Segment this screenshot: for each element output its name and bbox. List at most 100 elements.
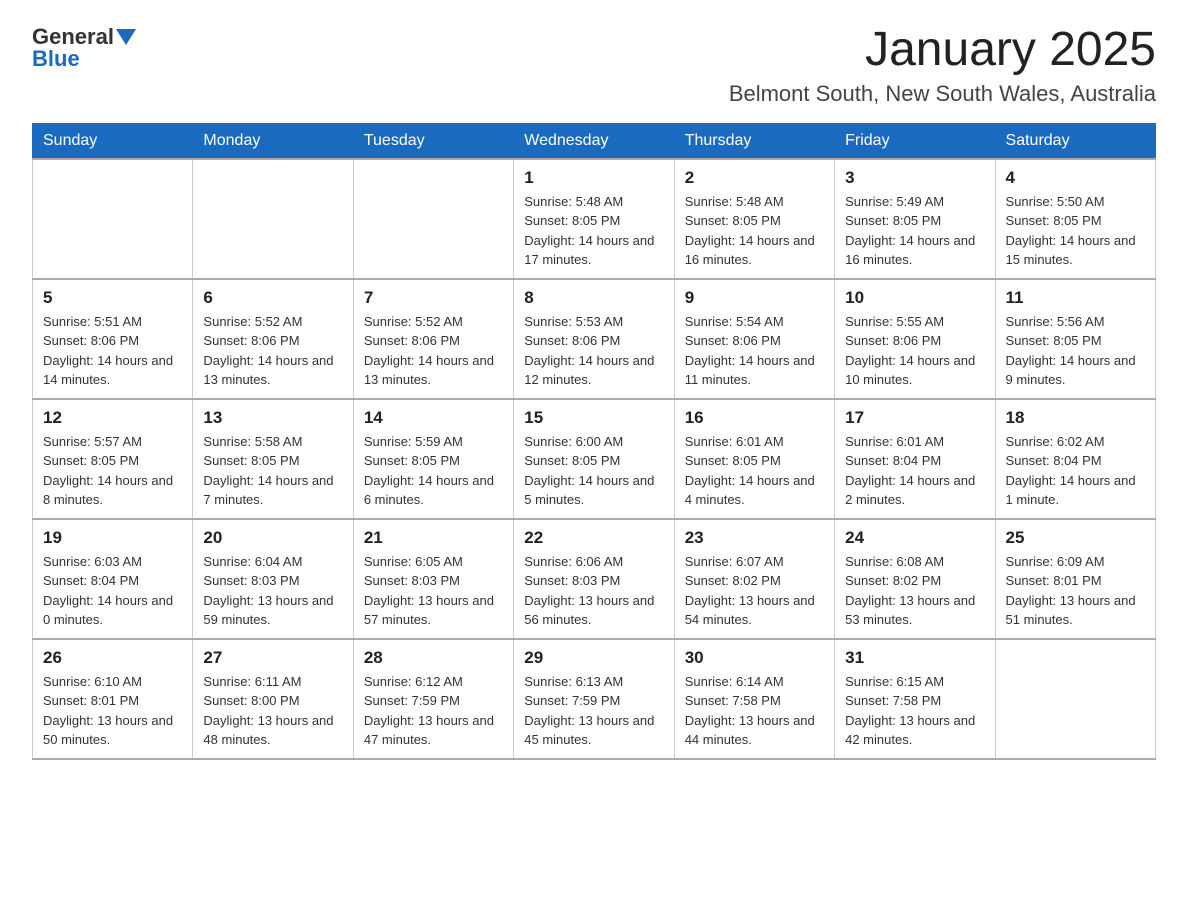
day-info: Sunrise: 5:57 AM Sunset: 8:05 PM Dayligh…: [43, 432, 182, 510]
calendar-week-row: 12 Sunrise: 5:57 AM Sunset: 8:05 PM Dayli…: [33, 399, 1156, 519]
calendar-cell: 6 Sunrise: 5:52 AM Sunset: 8:06 PM Daylig…: [193, 279, 353, 399]
month-title: January 2025: [729, 24, 1156, 77]
day-number: 16: [685, 408, 824, 428]
day-number: 18: [1006, 408, 1145, 428]
calendar-cell: 16 Sunrise: 6:01 AM Sunset: 8:05 PM Dayli…: [674, 399, 834, 519]
day-number: 27: [203, 648, 342, 668]
day-number: 4: [1006, 168, 1145, 188]
column-header-thursday: Thursday: [674, 123, 834, 159]
day-info: Sunrise: 6:01 AM Sunset: 8:04 PM Dayligh…: [845, 432, 984, 510]
day-info: Sunrise: 5:52 AM Sunset: 8:06 PM Dayligh…: [364, 312, 503, 390]
logo-blue-text: Blue: [32, 46, 136, 72]
day-info: Sunrise: 5:48 AM Sunset: 8:05 PM Dayligh…: [524, 192, 663, 270]
calendar-cell: [193, 159, 353, 279]
day-number: 24: [845, 528, 984, 548]
calendar-cell: 11 Sunrise: 5:56 AM Sunset: 8:05 PM Dayli…: [995, 279, 1155, 399]
day-info: Sunrise: 6:04 AM Sunset: 8:03 PM Dayligh…: [203, 552, 342, 630]
day-info: Sunrise: 5:51 AM Sunset: 8:06 PM Dayligh…: [43, 312, 182, 390]
calendar-cell: 4 Sunrise: 5:50 AM Sunset: 8:05 PM Daylig…: [995, 159, 1155, 279]
calendar-cell: 17 Sunrise: 6:01 AM Sunset: 8:04 PM Dayli…: [835, 399, 995, 519]
day-number: 17: [845, 408, 984, 428]
calendar-cell: 24Sunrise: 6:08 AM Sunset: 8:02 PM Dayli…: [835, 519, 995, 639]
day-info: Sunrise: 5:55 AM Sunset: 8:06 PM Dayligh…: [845, 312, 984, 390]
calendar-cell: 8 Sunrise: 5:53 AM Sunset: 8:06 PM Daylig…: [514, 279, 674, 399]
calendar-cell: [353, 159, 513, 279]
calendar-cell: 22 Sunrise: 6:06 AM Sunset: 8:03 PM Dayli…: [514, 519, 674, 639]
day-info: Sunrise: 5:48 AM Sunset: 8:05 PM Dayligh…: [685, 192, 824, 270]
calendar-cell: 10 Sunrise: 5:55 AM Sunset: 8:06 PM Dayli…: [835, 279, 995, 399]
day-number: 22: [524, 528, 663, 548]
title-block: January 2025 Belmont South, New South Wa…: [729, 24, 1156, 107]
calendar-cell: 1 Sunrise: 5:48 AM Sunset: 8:05 PM Daylig…: [514, 159, 674, 279]
day-info: Sunrise: 5:53 AM Sunset: 8:06 PM Dayligh…: [524, 312, 663, 390]
calendar-cell: 3Sunrise: 5:49 AM Sunset: 8:05 PM Daylig…: [835, 159, 995, 279]
logo: General Blue: [32, 24, 136, 72]
day-info: Sunrise: 6:01 AM Sunset: 8:05 PM Dayligh…: [685, 432, 824, 510]
calendar-week-row: 19 Sunrise: 6:03 AM Sunset: 8:04 PM Dayli…: [33, 519, 1156, 639]
page-header: General Blue January 2025 Belmont South,…: [32, 24, 1156, 107]
calendar-cell: 13 Sunrise: 5:58 AM Sunset: 8:05 PM Dayli…: [193, 399, 353, 519]
day-number: 1: [524, 168, 663, 188]
day-info: Sunrise: 6:09 AM Sunset: 8:01 PM Dayligh…: [1006, 552, 1145, 630]
calendar-header-row: SundayMondayTuesdayWednesdayThursdayFrid…: [33, 123, 1156, 159]
day-number: 6: [203, 288, 342, 308]
column-header-tuesday: Tuesday: [353, 123, 513, 159]
day-info: Sunrise: 5:49 AM Sunset: 8:05 PM Dayligh…: [845, 192, 984, 270]
calendar-cell: 26Sunrise: 6:10 AM Sunset: 8:01 PM Dayli…: [33, 639, 193, 759]
day-info: Sunrise: 5:50 AM Sunset: 8:05 PM Dayligh…: [1006, 192, 1145, 270]
day-number: 11: [1006, 288, 1145, 308]
calendar-cell: 18 Sunrise: 6:02 AM Sunset: 8:04 PM Dayli…: [995, 399, 1155, 519]
calendar-cell: 27 Sunrise: 6:11 AM Sunset: 8:00 PM Dayli…: [193, 639, 353, 759]
calendar-cell: 20 Sunrise: 6:04 AM Sunset: 8:03 PM Dayli…: [193, 519, 353, 639]
logo-triangle-icon: [116, 29, 136, 45]
day-info: Sunrise: 6:03 AM Sunset: 8:04 PM Dayligh…: [43, 552, 182, 630]
day-info: Sunrise: 6:06 AM Sunset: 8:03 PM Dayligh…: [524, 552, 663, 630]
day-number: 12: [43, 408, 182, 428]
calendar-cell: 5 Sunrise: 5:51 AM Sunset: 8:06 PM Daylig…: [33, 279, 193, 399]
column-header-saturday: Saturday: [995, 123, 1155, 159]
day-info: Sunrise: 5:54 AM Sunset: 8:06 PM Dayligh…: [685, 312, 824, 390]
calendar-week-row: 5 Sunrise: 5:51 AM Sunset: 8:06 PM Daylig…: [33, 279, 1156, 399]
calendar-cell: [33, 159, 193, 279]
calendar-cell: 12 Sunrise: 5:57 AM Sunset: 8:05 PM Dayli…: [33, 399, 193, 519]
day-number: 13: [203, 408, 342, 428]
day-info: Sunrise: 6:13 AM Sunset: 7:59 PM Dayligh…: [524, 672, 663, 750]
day-number: 19: [43, 528, 182, 548]
column-header-friday: Friday: [835, 123, 995, 159]
calendar-cell: 23Sunrise: 6:07 AM Sunset: 8:02 PM Dayli…: [674, 519, 834, 639]
day-info: Sunrise: 5:52 AM Sunset: 8:06 PM Dayligh…: [203, 312, 342, 390]
calendar-cell: 19 Sunrise: 6:03 AM Sunset: 8:04 PM Dayli…: [33, 519, 193, 639]
calendar-week-row: 26Sunrise: 6:10 AM Sunset: 8:01 PM Dayli…: [33, 639, 1156, 759]
calendar-cell: 29 Sunrise: 6:13 AM Sunset: 7:59 PM Dayli…: [514, 639, 674, 759]
calendar-week-row: 1 Sunrise: 5:48 AM Sunset: 8:05 PM Daylig…: [33, 159, 1156, 279]
day-info: Sunrise: 6:02 AM Sunset: 8:04 PM Dayligh…: [1006, 432, 1145, 510]
day-info: Sunrise: 5:56 AM Sunset: 8:05 PM Dayligh…: [1006, 312, 1145, 390]
day-number: 30: [685, 648, 824, 668]
day-number: 14: [364, 408, 503, 428]
day-info: Sunrise: 6:15 AM Sunset: 7:58 PM Dayligh…: [845, 672, 984, 750]
calendar-cell: 25Sunrise: 6:09 AM Sunset: 8:01 PM Dayli…: [995, 519, 1155, 639]
day-number: 15: [524, 408, 663, 428]
day-info: Sunrise: 5:58 AM Sunset: 8:05 PM Dayligh…: [203, 432, 342, 510]
day-number: 20: [203, 528, 342, 548]
day-number: 28: [364, 648, 503, 668]
day-number: 9: [685, 288, 824, 308]
calendar-cell: 28 Sunrise: 6:12 AM Sunset: 7:59 PM Dayli…: [353, 639, 513, 759]
day-number: 29: [524, 648, 663, 668]
column-header-sunday: Sunday: [33, 123, 193, 159]
day-number: 31: [845, 648, 984, 668]
day-number: 7: [364, 288, 503, 308]
calendar-table: SundayMondayTuesdayWednesdayThursdayFrid…: [32, 123, 1156, 760]
day-number: 2: [685, 168, 824, 188]
day-info: Sunrise: 6:07 AM Sunset: 8:02 PM Dayligh…: [685, 552, 824, 630]
day-info: Sunrise: 6:05 AM Sunset: 8:03 PM Dayligh…: [364, 552, 503, 630]
day-number: 5: [43, 288, 182, 308]
day-info: Sunrise: 6:11 AM Sunset: 8:00 PM Dayligh…: [203, 672, 342, 750]
calendar-cell: 30Sunrise: 6:14 AM Sunset: 7:58 PM Dayli…: [674, 639, 834, 759]
calendar-cell: 21 Sunrise: 6:05 AM Sunset: 8:03 PM Dayli…: [353, 519, 513, 639]
day-number: 10: [845, 288, 984, 308]
day-number: 21: [364, 528, 503, 548]
day-info: Sunrise: 6:12 AM Sunset: 7:59 PM Dayligh…: [364, 672, 503, 750]
day-info: Sunrise: 6:00 AM Sunset: 8:05 PM Dayligh…: [524, 432, 663, 510]
day-number: 8: [524, 288, 663, 308]
